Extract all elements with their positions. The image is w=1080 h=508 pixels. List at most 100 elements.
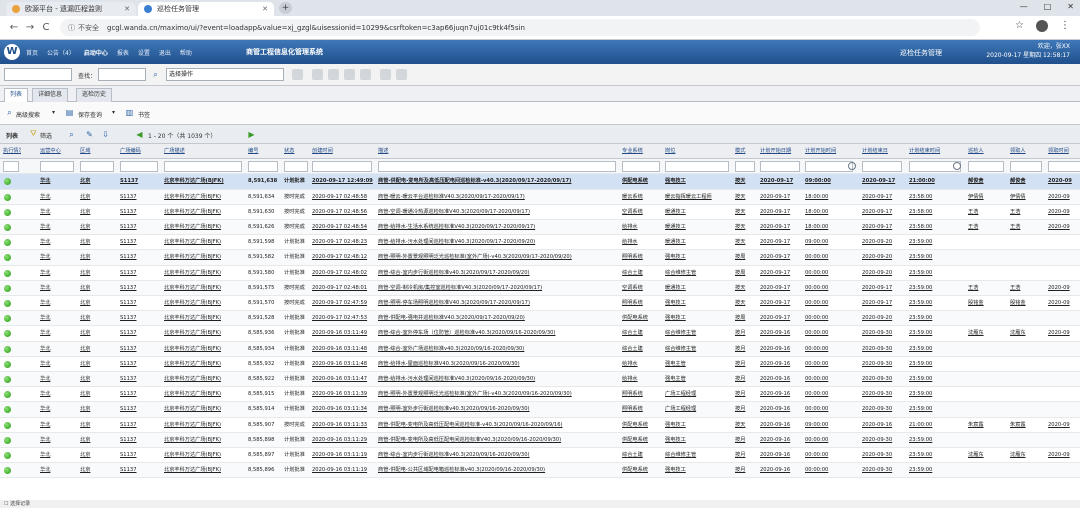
table-cell[interactable]: 2020-09 xyxy=(1048,418,1080,433)
column-filter-input[interactable] xyxy=(120,161,158,173)
menu-item-logout[interactable]: 退出 xyxy=(159,48,171,57)
table-cell[interactable] xyxy=(1010,402,1046,417)
column-header[interactable]: 专业系统 xyxy=(622,144,664,159)
table-cell[interactable]: 按周 xyxy=(735,250,759,265)
table-cell[interactable]: 强电技工 xyxy=(665,418,733,433)
table-cell[interactable]: 综合土建 xyxy=(622,326,664,341)
back-button[interactable]: ← xyxy=(6,22,22,33)
table-cell[interactable]: 沈雁东 xyxy=(968,448,1008,463)
table-cell[interactable] xyxy=(1048,266,1080,281)
close-window-button[interactable]: ✕ xyxy=(1067,2,1074,11)
table-cell[interactable]: 照明系统 xyxy=(622,387,664,402)
table-row[interactable]: 华北 北京 S1137 北京丰科万达广场(BJFK) 8,591,634 按时完成 2020… xyxy=(0,189,1080,205)
table-cell[interactable]: 2020-09-17 02:47:59 xyxy=(312,296,376,311)
table-cell[interactable]: 暖云指挥暖云工程师 xyxy=(665,190,733,205)
table-cell[interactable]: 北京丰科万达广场(BJFK) xyxy=(164,281,246,296)
column-filter-input[interactable] xyxy=(735,161,755,173)
table-row[interactable]: 华北 北京 S1137 北京丰科万达广场(BJFK) 8,585,936 计划批准 2020… xyxy=(0,326,1080,342)
table-cell[interactable]: 2020-09-17 xyxy=(760,220,804,235)
maximize-button[interactable]: □ xyxy=(1044,2,1052,11)
prev-icon[interactable] xyxy=(312,69,323,80)
table-cell[interactable]: 北京 xyxy=(80,281,118,296)
table-cell[interactable]: 华北 xyxy=(40,342,78,357)
table-cell[interactable] xyxy=(1010,372,1046,387)
table-cell[interactable]: 殷铭金 xyxy=(1010,296,1046,311)
column-filter-input[interactable] xyxy=(378,161,616,173)
table-cell[interactable]: 北京 xyxy=(80,463,118,478)
avatar[interactable] xyxy=(1036,20,1048,32)
table-cell[interactable]: 商管-综合-室内步行街巡检标准v40.3(2020/09/17-2020/09/… xyxy=(378,266,620,281)
table-cell[interactable]: S1137 xyxy=(120,372,162,387)
table-cell[interactable]: 按天 xyxy=(735,174,759,189)
table-cell[interactable]: 21:00:00 xyxy=(909,418,965,433)
table-cell[interactable]: S1137 xyxy=(120,235,162,250)
table-cell[interactable]: 华北 xyxy=(40,220,78,235)
table-cell[interactable]: 商管-照明-外置景观照明泛光巡检标准(室外广场)-v40.3(2020/09/1… xyxy=(378,250,620,265)
table-cell[interactable]: S1137 xyxy=(120,190,162,205)
table-cell[interactable]: 23:58:00 xyxy=(909,205,965,220)
table-cell[interactable]: 2020-09-17 xyxy=(862,220,906,235)
browser-menu-icon[interactable]: ⋮ xyxy=(1060,20,1070,32)
table-cell[interactable]: 北京 xyxy=(80,250,118,265)
table-cell[interactable]: 综合土建 xyxy=(622,448,664,463)
table-cell[interactable] xyxy=(1048,433,1080,448)
table-cell[interactable]: 2020-09-17 02:48:01 xyxy=(312,281,376,296)
table-cell[interactable]: 空调系统 xyxy=(622,281,664,296)
table-cell[interactable]: 2020-09-30 xyxy=(862,387,906,402)
table-cell[interactable]: 00:00:00 xyxy=(805,250,857,265)
table-cell[interactable]: 北京 xyxy=(80,220,118,235)
table-cell[interactable]: 按月 xyxy=(735,448,759,463)
table-cell[interactable]: 伊倩倩 xyxy=(1010,190,1046,205)
column-header[interactable]: 计划开始日期 xyxy=(760,144,804,159)
table-cell[interactable]: 按天 xyxy=(735,190,759,205)
table-cell[interactable]: 商管-给排水-屋面巡检标准V40.3(2020/09/16-2020/09/30… xyxy=(378,357,620,372)
clock-icon[interactable] xyxy=(848,162,856,171)
table-cell[interactable]: 强电主管 xyxy=(665,372,733,387)
table-cell[interactable]: S1137 xyxy=(120,463,162,478)
table-cell[interactable]: 供配电系统 xyxy=(622,418,664,433)
table-cell[interactable]: 23:59:00 xyxy=(909,235,965,250)
table-row[interactable]: 华北 北京 S1137 北京丰科万达广场(BJFK) 8,585,897 计划批准 2020… xyxy=(0,448,1080,464)
table-cell[interactable]: 北京丰科万达广场(BJFK) xyxy=(164,235,246,250)
table-row[interactable]: 华北 北京 S1137 北京丰科万达广场(BJFK) 8,585,896 计划批准 2020… xyxy=(0,463,1080,479)
table-cell[interactable] xyxy=(968,311,1008,326)
column-header[interactable]: 巡检人 xyxy=(968,144,1008,159)
security-indicator[interactable]: 不安全 xyxy=(68,23,99,33)
table-row[interactable]: 华北 北京 S1137 北京丰科万达广场(BJFK) 8,585,932 计划批准 2020… xyxy=(0,357,1080,372)
column-header[interactable]: 领取时间 xyxy=(1048,144,1080,159)
table-cell[interactable]: 2020-09-16 03:11:33 xyxy=(312,418,376,433)
table-cell[interactable]: 23:59:00 xyxy=(909,402,965,417)
table-cell[interactable]: 00:00:00 xyxy=(805,296,857,311)
table-cell[interactable] xyxy=(968,433,1008,448)
table-cell[interactable] xyxy=(1010,311,1046,326)
undo-icon[interactable] xyxy=(360,69,371,80)
table-cell[interactable]: 朱宸露 xyxy=(1010,418,1046,433)
table-cell[interactable] xyxy=(1010,235,1046,250)
menu-item-help[interactable]: 帮助 xyxy=(180,48,192,57)
table-cell[interactable]: 华北 xyxy=(40,463,78,478)
table-cell[interactable]: 2020-09-17 xyxy=(760,190,804,205)
search-icon[interactable]: ⌕ xyxy=(66,129,77,140)
table-cell[interactable]: 2020-09-17 xyxy=(760,296,804,311)
table-cell[interactable]: 商管-照明-室外步行街巡检标准v40.3(2020/09/16-2020/09/… xyxy=(378,402,620,417)
table-cell[interactable]: 北京丰科万达广场(BJFK) xyxy=(164,463,246,478)
copy-icon[interactable] xyxy=(380,69,391,80)
column-header[interactable]: 计划结束日 xyxy=(862,144,906,159)
table-cell[interactable]: 按月 xyxy=(735,387,759,402)
tab-list[interactable]: 列表 xyxy=(4,88,29,102)
table-cell[interactable]: 2020-09-17 02:48:02 xyxy=(312,266,376,281)
table-cell[interactable]: 华北 xyxy=(40,235,78,250)
table-cell[interactable] xyxy=(1010,250,1046,265)
table-cell[interactable]: 2020-09 xyxy=(1048,220,1080,235)
table-cell[interactable]: 2020-09-16 03:11:49 xyxy=(312,326,376,341)
table-cell[interactable]: 2020-09-17 xyxy=(760,250,804,265)
table-cell[interactable]: S1137 xyxy=(120,448,162,463)
column-filter-input[interactable] xyxy=(248,161,278,173)
table-cell[interactable]: 给排水 xyxy=(622,235,664,250)
table-cell[interactable]: 2020-09-30 xyxy=(862,326,906,341)
table-cell[interactable]: 23:59:00 xyxy=(909,311,965,326)
table-cell[interactable]: 2020-09 xyxy=(1048,296,1080,311)
table-cell[interactable]: 华北 xyxy=(40,311,78,326)
table-cell[interactable]: 沈雁东 xyxy=(968,326,1008,341)
tab-detail[interactable]: 详细信息 xyxy=(32,88,69,102)
